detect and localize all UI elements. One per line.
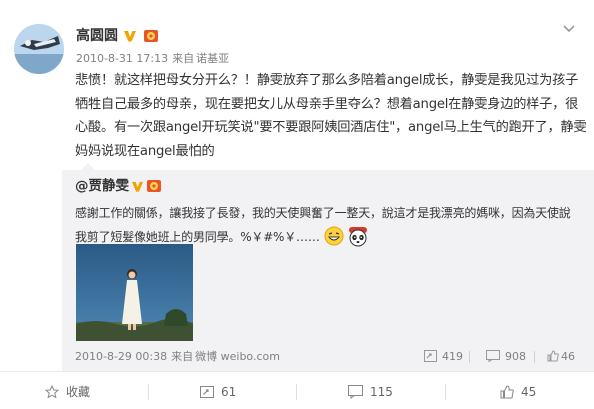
from-label: 来自 [171,350,194,363]
comment-icon [348,385,363,399]
repost-like-value: 46 [561,350,575,363]
forward-icon [200,386,214,398]
repost-timestamp[interactable]: 2010-8-29 00:38 [75,350,167,363]
divider [148,384,149,400]
favorite-label: 收藏 [66,385,91,399]
verified-v-icon [131,181,144,192]
repost-forward-value: 419 [442,350,463,363]
post-meta: 2010-8-31 17:13 来自 诺基亚 [76,52,229,66]
medal-badge-icon[interactable] [143,28,159,44]
weibo-post-card: 高圆圆 2010-8-31 17:13 来自 诺基亚 悲愤！就这样把母女分开么？！静… [0,0,594,409]
forward-count: 61 [221,385,237,399]
thumbs-up-icon [500,385,514,399]
avatar[interactable] [14,24,64,74]
repost-comment-value: 908 [505,350,526,363]
repost-comment-count[interactable]: 908 [486,350,526,364]
star-icon [45,385,59,399]
verified-v-icon [124,31,136,42]
repost-forward-count[interactable]: 419 [424,350,463,364]
medal-badge-icon[interactable] [146,178,162,194]
from-label: 来自 [172,52,195,65]
forward-button[interactable]: 61 [200,384,236,400]
repost-photo-thumbnail[interactable] [76,244,193,341]
post-timestamp[interactable]: 2010-8-31 17:13 [76,52,168,65]
divider [445,384,446,400]
laughing-emoji-icon [324,226,344,246]
comment-icon [486,350,500,362]
repost-like-count[interactable]: 46 [547,350,575,364]
divider [534,351,535,363]
like-count: 45 [521,385,537,399]
post-device[interactable]: 诺基亚 [196,52,229,65]
panda-emoji-icon [348,227,367,247]
repost-meta: 2010-8-29 00:38 来自 微博 weibo.com [75,350,280,364]
thumbs-up-icon [547,350,559,362]
like-button[interactable]: 45 [500,384,536,400]
repost-author-name[interactable]: @贾静雯 [75,178,129,195]
divider [469,351,470,363]
divider [296,384,297,400]
comment-count: 115 [370,385,393,399]
repost-device[interactable]: 微博 weibo.com [195,350,280,363]
chevron-down-icon[interactable] [562,24,576,34]
post-author-name[interactable]: 高圆圆 [76,27,118,45]
comment-button[interactable]: 115 [348,384,393,400]
favorite-button[interactable]: 收藏 [45,384,90,400]
forward-icon [424,350,437,362]
post-text: 悲愤！就这样把母女分开么？！静雯放弃了那么多陪着angel成长，静雯是我见过为孩… [75,73,587,159]
repost-text-block: 感謝工作的關係，讓我接了長發，我的天使興奮了一整天，說這才是我漂亮的媽咪，因為天… [75,201,580,249]
